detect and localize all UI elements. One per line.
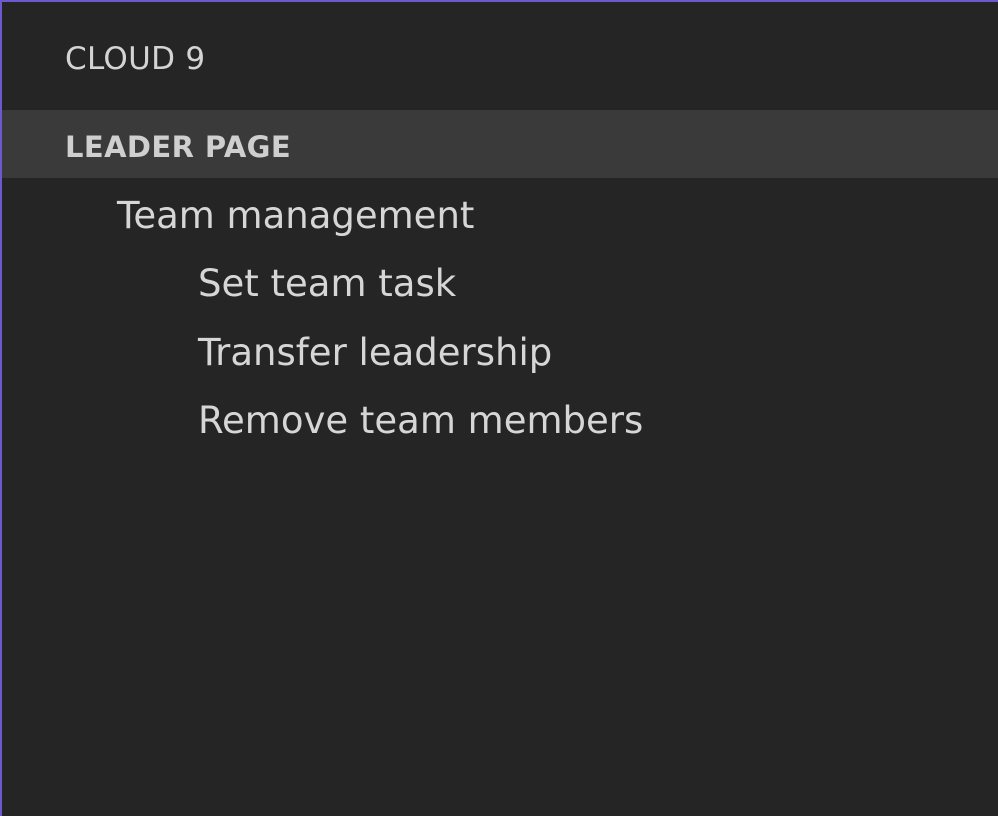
- menu-item-transfer-leadership[interactable]: Transfer leadership: [198, 331, 552, 375]
- menu-group-team-management[interactable]: Team management: [117, 194, 474, 238]
- menu-item-set-team-task[interactable]: Set team task: [198, 262, 456, 306]
- section-header-leader-page[interactable]: LEADER PAGE: [2, 110, 998, 178]
- section-header-label: LEADER PAGE: [65, 130, 292, 164]
- sidebar-panel: CLOUD 9 LEADER PAGE Team management Set …: [0, 0, 998, 816]
- app-title: CLOUD 9: [65, 41, 206, 77]
- menu-item-remove-team-members[interactable]: Remove team members: [198, 399, 643, 443]
